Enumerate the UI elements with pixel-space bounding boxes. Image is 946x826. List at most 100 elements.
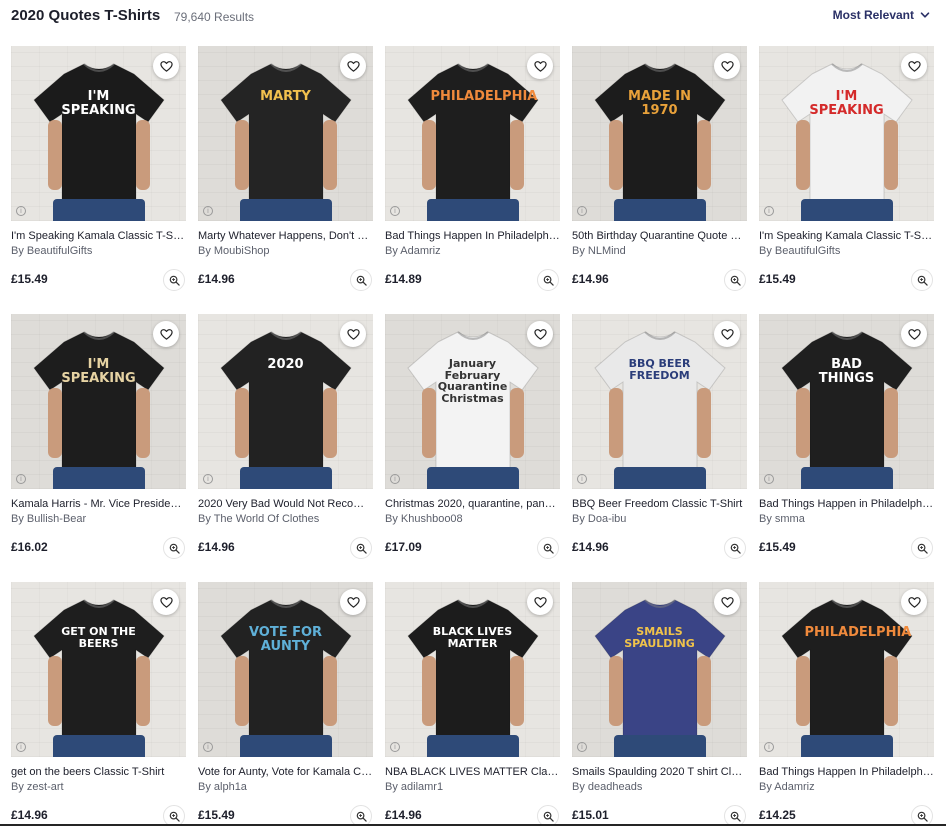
product-card[interactable]: PHILADELPHIA i Bad Things Happen In Phil… [385,46,560,314]
product-image[interactable]: BLACK LIVES MATTER i [385,582,560,757]
favorite-button[interactable] [527,53,553,79]
info-icon[interactable]: i [390,474,400,484]
product-card[interactable]: BLACK LIVES MATTER i NBA BLACK LIVES MAT… [385,582,560,826]
favorite-button[interactable] [153,321,179,347]
quick-view-button[interactable] [350,537,372,559]
info-icon[interactable]: i [577,474,587,484]
product-title[interactable]: Christmas 2020, quarantine, pandemic Cla… [385,498,560,510]
favorite-button[interactable] [153,53,179,79]
artist-name[interactable]: By Adamriz [385,245,560,257]
info-icon[interactable]: i [764,742,774,752]
product-title[interactable]: Bad Things Happen In Philadelphia Classi… [759,766,934,778]
info-icon[interactable]: i [16,206,26,216]
product-title[interactable]: Kamala Harris - Mr. Vice President I'm S… [11,498,186,510]
product-image[interactable]: MADE IN 1970 i [572,46,747,221]
favorite-button[interactable] [340,321,366,347]
product-title[interactable]: NBA BLACK LIVES MATTER Classic T-Shirt [385,766,560,778]
product-card[interactable]: GET ON THE BEERS i get on the beers Clas… [11,582,186,826]
product-title[interactable]: Bad Things Happen In Philadelphia Classi… [385,230,560,242]
artist-name[interactable]: By deadheads [572,781,747,793]
favorite-button[interactable] [714,589,740,615]
product-title[interactable]: 50th Birthday Quarantine Quote Classic T… [572,230,747,242]
product-image[interactable]: GET ON THE BEERS i [11,582,186,757]
product-image[interactable]: SMAILS SPAULDING i [572,582,747,757]
product-title[interactable]: I'm Speaking Kamala Classic T-Shirt [11,230,186,242]
artist-name[interactable]: By alph1a [198,781,373,793]
product-card[interactable]: VOTE FOR AUNTY i Vote for Aunty, Vote fo… [198,582,373,826]
product-image[interactable]: VOTE FOR AUNTY i [198,582,373,757]
info-icon[interactable]: i [764,474,774,484]
product-title[interactable]: get on the beers Classic T-Shirt [11,766,186,778]
info-icon[interactable]: i [577,206,587,216]
product-title[interactable]: BBQ Beer Freedom Classic T-Shirt [572,498,747,510]
favorite-button[interactable] [901,589,927,615]
favorite-button[interactable] [153,589,179,615]
favorite-button[interactable] [714,53,740,79]
info-icon[interactable]: i [16,474,26,484]
info-icon[interactable]: i [390,742,400,752]
quick-view-button[interactable] [537,537,559,559]
quick-view-button[interactable] [163,537,185,559]
product-card[interactable]: PHILADELPHIA i Bad Things Happen In Phil… [759,582,934,826]
quick-view-button[interactable] [724,537,746,559]
product-title[interactable]: 2020 Very Bad Would Not Recommend Classi… [198,498,373,510]
sort-dropdown[interactable]: Most Relevant [833,8,930,22]
favorite-button[interactable] [901,321,927,347]
artist-name[interactable]: By Adamriz [759,781,934,793]
product-card[interactable]: I'M SPEAKING i I'm Speaking Kamala Class… [759,46,934,314]
quick-view-button[interactable] [724,269,746,291]
favorite-button[interactable] [714,321,740,347]
quick-view-button[interactable] [911,805,933,826]
product-title[interactable]: Smails Spaulding 2020 T shirt Classic T-… [572,766,747,778]
product-card[interactable]: MARTY i Marty Whatever Happens, Don't Ev… [198,46,373,314]
favorite-button[interactable] [527,589,553,615]
product-title[interactable]: Marty Whatever Happens, Don't Ever Go To… [198,230,373,242]
info-icon[interactable]: i [577,742,587,752]
quick-view-button[interactable] [911,537,933,559]
product-image[interactable]: January February Quarantine Christmas i [385,314,560,489]
quick-view-button[interactable] [724,805,746,826]
product-card[interactable]: I'M SPEAKING i I'm Speaking Kamala Class… [11,46,186,314]
artist-name[interactable]: By BeautifulGifts [11,245,186,257]
quick-view-button[interactable] [163,805,185,826]
product-card[interactable]: SMAILS SPAULDING i Smails Spaulding 2020… [572,582,747,826]
favorite-button[interactable] [527,321,553,347]
info-icon[interactable]: i [203,474,213,484]
artist-name[interactable]: By MoubiShop [198,245,373,257]
artist-name[interactable]: By Bullish-Bear [11,513,186,525]
info-icon[interactable]: i [390,206,400,216]
quick-view-button[interactable] [350,805,372,826]
product-image[interactable]: I'M SPEAKING i [759,46,934,221]
product-image[interactable]: PHILADELPHIA i [759,582,934,757]
product-image[interactable]: MARTY i [198,46,373,221]
product-card[interactable]: 2020 i 2020 Very Bad Would Not Recommend… [198,314,373,582]
product-image[interactable]: 2020 i [198,314,373,489]
product-image[interactable]: BAD THINGS i [759,314,934,489]
product-card[interactable]: BAD THINGS i Bad Things Happen in Philad… [759,314,934,582]
favorite-button[interactable] [901,53,927,79]
quick-view-button[interactable] [350,269,372,291]
favorite-button[interactable] [340,589,366,615]
product-card[interactable]: BBQ BEER FREEDOM i BBQ Beer Freedom Clas… [572,314,747,582]
artist-name[interactable]: By adilamr1 [385,781,560,793]
artist-name[interactable]: By Khushboo08 [385,513,560,525]
product-title[interactable]: I'm Speaking Kamala Classic T-Shirt [759,230,934,242]
artist-name[interactable]: By Doa-ibu [572,513,747,525]
info-icon[interactable]: i [764,206,774,216]
product-card[interactable]: I'M SPEAKING i Kamala Harris - Mr. Vice … [11,314,186,582]
artist-name[interactable]: By zest-art [11,781,186,793]
product-image[interactable]: BBQ BEER FREEDOM i [572,314,747,489]
favorite-button[interactable] [340,53,366,79]
artist-name[interactable]: By smma [759,513,934,525]
product-image[interactable]: I'M SPEAKING i [11,314,186,489]
artist-name[interactable]: By The World Of Clothes [198,513,373,525]
info-icon[interactable]: i [203,742,213,752]
product-card[interactable]: MADE IN 1970 i 50th Birthday Quarantine … [572,46,747,314]
product-image[interactable]: I'M SPEAKING i [11,46,186,221]
product-image[interactable]: PHILADELPHIA i [385,46,560,221]
quick-view-button[interactable] [911,269,933,291]
quick-view-button[interactable] [537,805,559,826]
product-title[interactable]: Bad Things Happen in Philadelphia Classi… [759,498,934,510]
quick-view-button[interactable] [163,269,185,291]
quick-view-button[interactable] [537,269,559,291]
